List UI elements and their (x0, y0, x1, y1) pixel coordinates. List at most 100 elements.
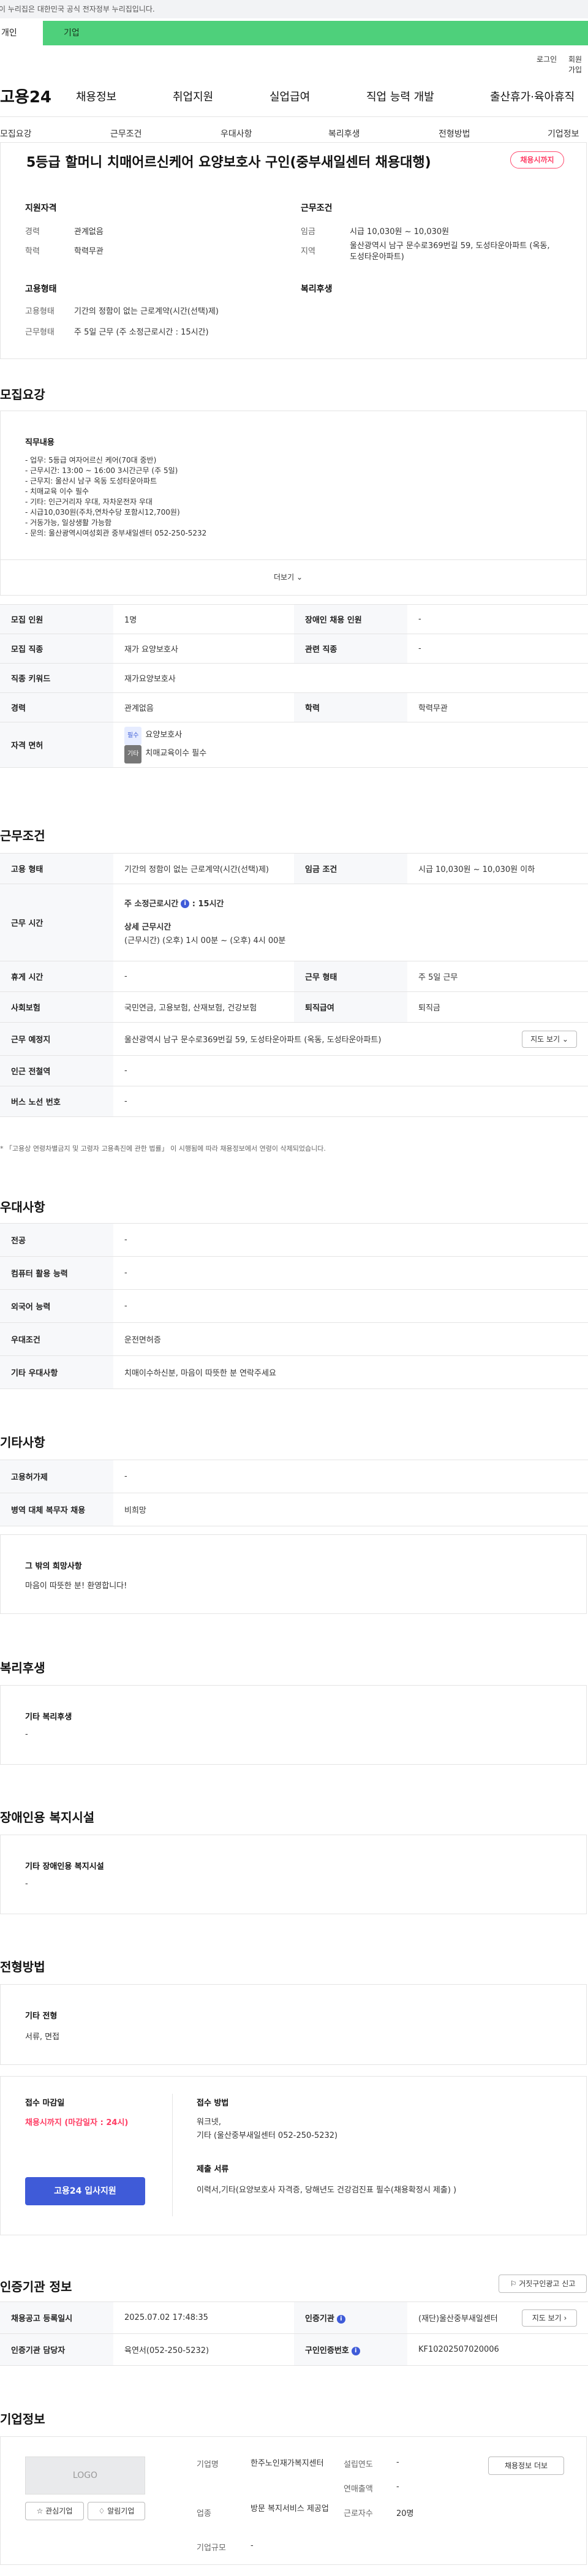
table-row: 근무 예정지 울산광역시 남구 문수로369번길 59, 도성타운아파트 (옥동… (0, 1022, 588, 1056)
table-cell: 비희망 (113, 1493, 588, 1526)
qual-label: 학력 (25, 247, 40, 256)
emp-value: 주 5일 근무 (주 소정근로시간 : 15시간) (74, 328, 209, 337)
welfare-etc-value: - (25, 1730, 28, 1739)
duty-card: 직무내용 - 업무: 5등급 여자어르신 케어(70대 중반) - 근무시간: … (0, 411, 587, 596)
alarm-company-button[interactable]: ♢ 알림기업 (88, 2502, 145, 2520)
duty-line: - 거동가능, 일상생활 가능함 (25, 518, 112, 527)
screening-etc-card: 기타 전형 서류, 면접 (0, 1984, 587, 2065)
tab-company[interactable]: 기업 (64, 21, 80, 45)
more-divider (1, 559, 586, 560)
qual-label: 경력 (25, 227, 40, 237)
wish-heading: 그 밖의 희망사항 (25, 1562, 82, 1571)
table-header-cell: 근무 형태 (294, 961, 407, 992)
apply-divider (172, 2094, 173, 2216)
gnb-item-jobs[interactable]: 채용정보 (76, 88, 116, 104)
section-title-disabled: 장애인용 복지시설 (0, 1810, 95, 1825)
table-header-cell: 고용 형태 (0, 853, 113, 884)
org-label: 인증기관 (305, 2314, 334, 2324)
lnb-item-welfare[interactable]: 복리후생 (328, 127, 360, 140)
table-header-cell: 관련 직종 (294, 634, 407, 664)
welfare-etc-heading: 기타 복리후생 (25, 1713, 72, 1722)
header-divider (0, 116, 588, 117)
scale-value: - (251, 2541, 254, 2550)
section-title-cert: 인증기관 정보 (0, 2279, 72, 2294)
employees-label: 근로자수 (344, 2509, 373, 2518)
license-value: 치매교육이수 필수 (145, 748, 207, 758)
docs-heading: 제출 서류 (197, 2165, 229, 2174)
table-row: 외국어 능력 - (0, 1289, 588, 1323)
table-header-cell: 인증기관 담당자 (0, 2333, 113, 2366)
table-cell: 기간의 정함이 없는 근로계약(시간(선택)제) (113, 853, 294, 884)
wish-card: 그 밖의 희망사항 마음이 따뜻한 분! 환영합니다! (0, 1534, 587, 1614)
sales-value: - (396, 2482, 399, 2491)
welfare-heading: 복리후생 (301, 284, 333, 294)
map-button-label: 지도 보기 (530, 1035, 560, 1044)
founded-value: - (396, 2458, 399, 2467)
lnb-item-recruit[interactable]: 모집요강 (0, 127, 32, 140)
chevron-down-icon: ⌄ (562, 1035, 568, 1044)
lnb-item-screening[interactable]: 전형방법 (439, 127, 470, 140)
summary-card: 5등급 할머니 치매어르신케어 요양보호사 구인(중부새일센터 채용대행) 채용… (0, 142, 587, 359)
table-cell: 2025.07.02 17:48:35 (113, 2301, 294, 2334)
license-item: 필수 요양보호사 (124, 726, 577, 745)
pref-table: 전공 - 컴퓨터 활용 능력 - 외국어 능력 - 우대조건 운전면허증 기타 우대사항… (0, 1223, 588, 1389)
table-row: 모집 직종 재가 요양보호사 관련 직종 - (0, 634, 588, 664)
info-icon[interactable]: i (181, 900, 190, 908)
lnb-item-company[interactable]: 기업정보 (548, 127, 579, 140)
table-header-cell: 모집 인원 (0, 604, 113, 634)
age-notice: * 「고용상 연령차별금지 및 고령자 고용촉진에 관한 법률」 이 시행됨에 … (0, 1145, 326, 1153)
table-header-cell: 버스 노선 번호 (0, 1086, 113, 1117)
table-header-cell: 직종 키워드 (0, 663, 113, 693)
detail-hours: (근무시간) (오후) 1시 00분 ~ (오후) 4시 00분 (124, 936, 286, 945)
gnb-item-parental-leave[interactable]: 출산휴가·육아휴직 (490, 88, 575, 104)
alarm-label: 알림기업 (107, 2507, 135, 2515)
section-title-screening: 전형방법 (0, 1960, 45, 1974)
tab-personal[interactable]: 개인 (0, 21, 43, 45)
site-tabs: 개인 기업 (0, 21, 588, 45)
founded-label: 설립연도 (344, 2460, 373, 2469)
table-header-cell: 인근 전철역 (0, 1055, 113, 1086)
license-item: 기타 치매교육이수 필수 (124, 744, 577, 763)
site-logo[interactable]: 고용24 (0, 85, 51, 107)
recruit-table: 모집 인원 1명 장애인 채용 인원 - 모집 직종 재가 요양보호사 관련 직… (0, 604, 588, 768)
duty-line: - 치매교육 이수 필수 (25, 487, 89, 496)
lnb-item-work[interactable]: 근무조건 (110, 127, 142, 140)
industry-value: 방문 복지서비스 제공업 (251, 2504, 329, 2513)
work-table: 고용 형태 기간의 정함이 없는 근로계약(시간(선택)제) 임금 조건 시급 … (0, 853, 588, 1117)
info-icon[interactable]: i (336, 2314, 345, 2324)
lnb-item-pref[interactable]: 우대사항 (221, 127, 252, 140)
docs-value: 이력서,기타(요양보호사 자격증, 당해년도 건강검진표 필수(채용확정시 제출… (197, 2186, 457, 2195)
table-header-cell: 근무 예정지 (0, 1022, 113, 1056)
etc-table: 고용허가제 - 병역 대체 복무자 채용 비희망 (0, 1460, 588, 1526)
etc-tag: 기타 (124, 744, 142, 763)
table-row: 고용 형태 기간의 정함이 없는 근로계약(시간(선택)제) 임금 조건 시급 … (0, 853, 588, 884)
table-cell: 1명 (113, 604, 294, 634)
cond-value: 울산광역시 남구 문수로369번길 59, 도성타운아파트 (옥동, 도성타운아… (350, 241, 550, 262)
gnb-item-employment-support[interactable]: 취업지원 (173, 88, 213, 104)
gnb-item-unemployment-benefit[interactable]: 실업급여 (270, 88, 310, 104)
org-map-button[interactable]: 지도 보기 › (522, 2309, 577, 2327)
table-row: 고용허가제 - (0, 1460, 588, 1493)
more-button[interactable]: 더보기 ⌄ (274, 572, 303, 582)
chevron-right-icon: › (564, 2314, 567, 2322)
favorite-company-button[interactable]: ☆ 관심기업 (25, 2502, 84, 2520)
login-link[interactable]: 로그인 (537, 54, 557, 64)
gnb-item-skills[interactable]: 직업 능력 개발 (366, 88, 434, 104)
table-header-cell: 장애인 채용 인원 (294, 604, 407, 634)
weekly-hours-label: 주 소정근로시간 (124, 899, 179, 909)
signup-link[interactable]: 회원가입 (568, 54, 588, 75)
scale-label: 기업규모 (197, 2544, 226, 2553)
table-header-cell: 병역 대체 복무자 채용 (0, 1493, 113, 1526)
info-icon[interactable]: i (351, 2346, 360, 2355)
apply-button[interactable]: 고용24 입사지원 (25, 2177, 145, 2205)
emp-label: 고용형태 (25, 307, 55, 316)
table-header-cell: 경력 (0, 692, 113, 722)
duty-line: - 시급10,030원(주차,연차수당 포함시12,700원) (25, 508, 180, 517)
disabled-value: - (25, 1879, 28, 1888)
report-button-label: 거짓구인광고 신고 (519, 2279, 576, 2288)
map-button[interactable]: 지도 보기 ⌄ (522, 1031, 577, 1048)
report-button[interactable]: ⚐ 거짓구인광고 신고 (499, 2275, 587, 2293)
company-jobs-button[interactable]: 채용정보 더보 (488, 2457, 564, 2475)
company-name-label: 기업명 (197, 2460, 219, 2469)
duty-line: - 문의: 울산광역시여성회관 중부새일센터 052-250-5232 (25, 529, 207, 537)
